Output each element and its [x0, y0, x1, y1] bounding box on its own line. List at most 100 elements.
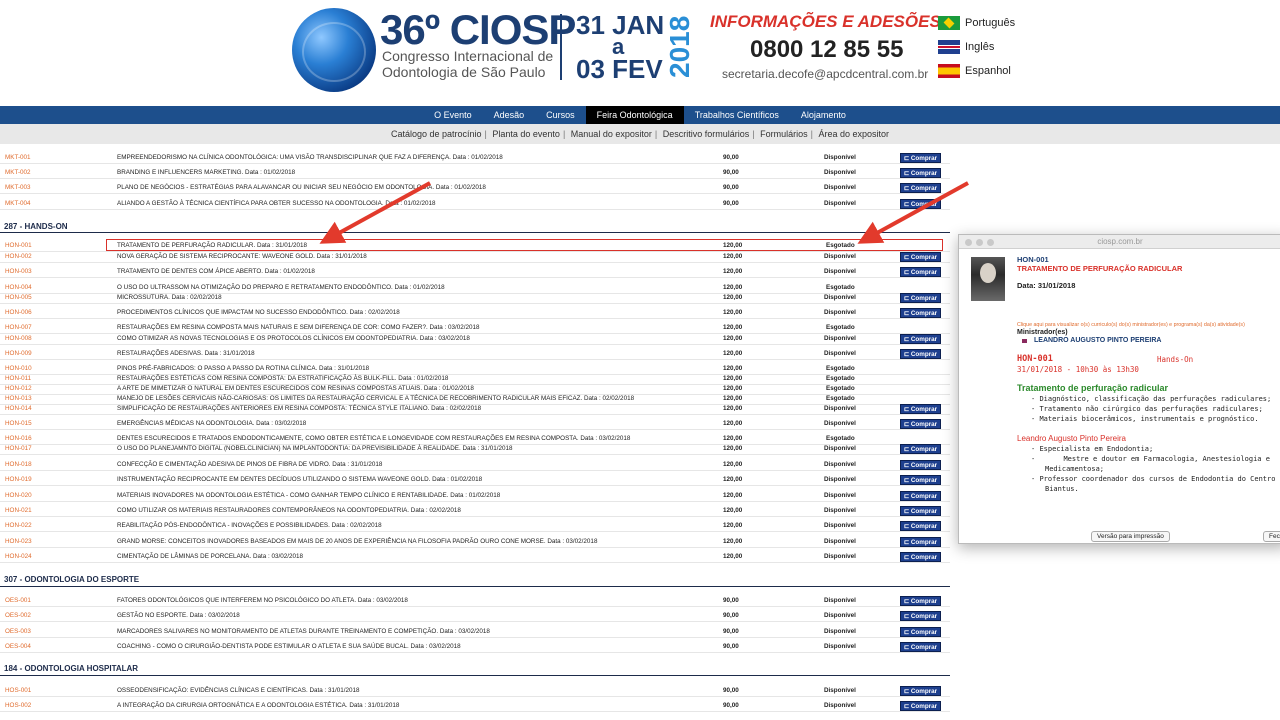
- course-row: HON-019 INSTRUMENTAÇÃO RECIPROCANTE EM DE…: [0, 474, 960, 486]
- course-code-link[interactable]: MKT-001: [5, 152, 31, 163]
- course-code-link[interactable]: HOS-001: [5, 685, 31, 696]
- event-year: 2018: [664, 15, 695, 79]
- course-status: Disponível: [824, 405, 856, 412]
- course-row: MKT-003 PLANO DE NEGÓCIOS - ESTRATÉGIAS P…: [0, 182, 960, 194]
- subnav-descritivo[interactable]: Descritivo formulários: [663, 129, 750, 139]
- course-title: MARCADORES SALIVARES NO MONITORAMENTO DE…: [117, 628, 490, 635]
- buy-button[interactable]: ⊏ Comprar: [900, 349, 941, 359]
- buy-button[interactable]: ⊏ Comprar: [900, 521, 941, 531]
- course-status: Disponível: [824, 612, 856, 619]
- buy-button[interactable]: ⊏ Comprar: [900, 552, 941, 562]
- course-code-link[interactable]: HON-005: [5, 292, 32, 303]
- buy-button[interactable]: ⊏ Comprar: [900, 611, 941, 621]
- buy-button[interactable]: ⊏ Comprar: [900, 460, 941, 470]
- buy-button[interactable]: ⊏ Comprar: [900, 701, 941, 711]
- course-code-link[interactable]: HON-002: [5, 251, 32, 262]
- course-title: RESTAURAÇÕES ADESIVAS. Data : 31/01/2018: [117, 350, 255, 357]
- row-divider: [0, 531, 950, 532]
- buy-button[interactable]: ⊏ Comprar: [900, 506, 941, 516]
- row-divider: [0, 303, 950, 304]
- buy-button[interactable]: ⊏ Comprar: [900, 183, 941, 193]
- buy-button[interactable]: ⊏ Comprar: [900, 475, 941, 485]
- buy-button[interactable]: ⊏ Comprar: [900, 686, 941, 696]
- course-code-link[interactable]: HON-018: [5, 459, 32, 470]
- course-code-link[interactable]: MKT-003: [5, 182, 31, 193]
- course-status: Disponível: [824, 702, 856, 709]
- course-row: HON-015 EMERGÊNCIAS MÉDICAS NA ODONTOLOGI…: [0, 418, 960, 430]
- buy-button[interactable]: ⊏ Comprar: [900, 537, 941, 547]
- nav-item-feira-odontologica[interactable]: Feira Odontológica: [585, 106, 684, 124]
- nav-item-cursos[interactable]: Cursos: [535, 106, 586, 124]
- buy-button[interactable]: ⊏ Comprar: [900, 627, 941, 637]
- course-code-link[interactable]: HON-009: [5, 348, 32, 359]
- course-code-link[interactable]: HON-024: [5, 551, 32, 562]
- course-row: HON-018 CONFECÇÃO E CIMENTAÇÃO ADESIVA DE…: [0, 459, 960, 471]
- buy-button[interactable]: ⊏ Comprar: [900, 642, 941, 652]
- popup-curriculum-link[interactable]: Clique aqui para visualizar o(s) curricu…: [1017, 322, 1245, 328]
- course-code-link[interactable]: HON-008: [5, 333, 32, 344]
- course-code-link[interactable]: MKT-004: [5, 198, 31, 209]
- course-code-link[interactable]: HON-023: [5, 536, 32, 547]
- course-row: HON-024 CIMENTAÇÃO DE LÂMINAS DE PORCELAN…: [0, 551, 960, 563]
- course-code-link[interactable]: HON-014: [5, 403, 32, 414]
- course-code-link[interactable]: HON-019: [5, 474, 32, 485]
- course-title: COACHING - COMO O CIRURGIÃO-DENTISTA POD…: [117, 643, 461, 650]
- course-code-link[interactable]: MKT-002: [5, 167, 31, 178]
- print-version-button[interactable]: Versão para impressão: [1091, 531, 1170, 542]
- buy-button[interactable]: ⊏ Comprar: [900, 293, 941, 303]
- course-code-link[interactable]: HOS-002: [5, 700, 31, 711]
- course-code-link[interactable]: OES-002: [5, 610, 31, 621]
- course-price: 120,00: [723, 538, 743, 545]
- subnav-catalogo[interactable]: Catálogo de patrocínio: [391, 129, 482, 139]
- nav-item-adesao[interactable]: Adesão: [483, 106, 536, 124]
- language-spanish[interactable]: Espanhol: [938, 63, 1011, 79]
- course-row: HOS-001 OSSEODENSIFICAÇÃO: EVIDÊNCIAS CLÍ…: [0, 685, 960, 697]
- course-price: 120,00: [723, 420, 743, 427]
- close-button[interactable]: Fechar: [1263, 531, 1280, 542]
- subnav-area-expositor[interactable]: Área do expositor: [818, 129, 889, 139]
- buy-button[interactable]: ⊏ Comprar: [900, 267, 941, 277]
- info-email-link[interactable]: secretaria.decofe@apcdcentral.com.br: [722, 67, 928, 81]
- course-code-link[interactable]: HON-003: [5, 266, 32, 277]
- course-status: Disponível: [824, 687, 856, 694]
- popup-topic-item: - Materiais biocerâmicos, instrumentais …: [1031, 415, 1259, 423]
- course-code-link[interactable]: OES-001: [5, 595, 31, 606]
- buy-button[interactable]: ⊏ Comprar: [900, 596, 941, 606]
- nav-item-alojamento[interactable]: Alojamento: [790, 106, 857, 124]
- course-code-link[interactable]: HON-007: [5, 322, 32, 333]
- uk-flag-icon: [938, 40, 960, 54]
- buy-button[interactable]: ⊏ Comprar: [900, 334, 941, 344]
- course-code-link[interactable]: HON-021: [5, 505, 32, 516]
- nav-item-o-evento[interactable]: O Evento: [423, 106, 483, 124]
- row-divider: [0, 606, 950, 607]
- language-portuguese[interactable]: Português: [938, 15, 1015, 31]
- course-code-link[interactable]: HON-020: [5, 490, 32, 501]
- buy-button[interactable]: ⊏ Comprar: [900, 252, 941, 262]
- nav-item-trabalhos-cientificos[interactable]: Trabalhos Científicos: [684, 106, 790, 124]
- row-divider: [0, 652, 950, 653]
- course-code-link[interactable]: OES-004: [5, 641, 31, 652]
- buy-button[interactable]: ⊏ Comprar: [900, 168, 941, 178]
- buy-button[interactable]: ⊏ Comprar: [900, 199, 941, 209]
- row-divider: [0, 359, 950, 360]
- buy-button[interactable]: ⊏ Comprar: [900, 419, 941, 429]
- buy-button[interactable]: ⊏ Comprar: [900, 404, 941, 414]
- subnav-formularios[interactable]: Formulários: [760, 129, 808, 139]
- course-code-link[interactable]: HON-001: [5, 240, 32, 251]
- buy-button[interactable]: ⊏ Comprar: [900, 308, 941, 318]
- language-english[interactable]: Inglês: [938, 39, 994, 55]
- course-code-link[interactable]: HON-015: [5, 418, 32, 429]
- popup-minister-name[interactable]: LEANDRO AUGUSTO PINTO PEREIRA: [1034, 337, 1161, 344]
- course-code-link[interactable]: HON-006: [5, 307, 32, 318]
- course-code-link[interactable]: HON-017: [5, 443, 32, 454]
- subnav-planta[interactable]: Planta do evento: [492, 129, 560, 139]
- course-code-link[interactable]: HON-022: [5, 520, 32, 531]
- course-code-link[interactable]: OES-003: [5, 626, 31, 637]
- buy-button[interactable]: ⊏ Comprar: [900, 153, 941, 163]
- course-status: Disponível: [824, 643, 856, 650]
- row-divider: [0, 711, 950, 712]
- buy-button[interactable]: ⊏ Comprar: [900, 491, 941, 501]
- subnav-manual[interactable]: Manual do expositor: [571, 129, 652, 139]
- buy-button[interactable]: ⊏ Comprar: [900, 444, 941, 454]
- row-divider: [0, 485, 950, 486]
